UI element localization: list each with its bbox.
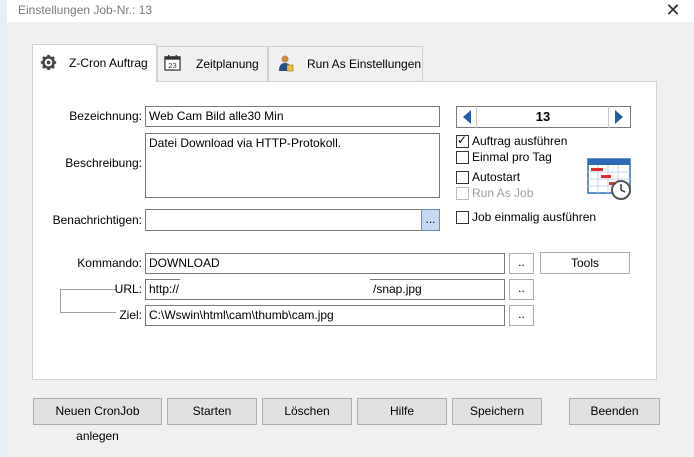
kommando-browse-button[interactable]: .. — [509, 253, 534, 274]
benachrichtigen-browse-button[interactable]: ... — [421, 209, 440, 231]
tab-label: Z-Cron Auftrag — [69, 56, 148, 70]
bezeichnung-label: Bezeichnung: — [69, 109, 142, 123]
ziel-browse-button[interactable]: .. — [509, 305, 534, 326]
beschreibung-textarea[interactable]: Datei Download via HTTP-Protokoll. — [145, 133, 440, 198]
tab-z-cron-auftrag[interactable]: Z-Cron Auftrag — [32, 44, 157, 82]
benachrichtigen-input[interactable] — [145, 209, 422, 231]
tab-zeitplanung[interactable]: 23 Zeitplanung — [157, 46, 268, 82]
arrow-left-icon[interactable] — [462, 110, 472, 124]
url-value-end: /snap.jpg — [373, 282, 422, 296]
url-value-start: http:// — [149, 282, 180, 296]
checkbox-label: Autostart — [472, 170, 521, 184]
help-button[interactable]: Hilfe — [357, 398, 447, 425]
spinner-divider — [476, 106, 477, 128]
beschreibung-label: Beschreibung: — [65, 156, 142, 170]
kommando-label: Kommando: — [77, 256, 142, 270]
ziel-input[interactable]: C:\Wswin\html\cam\thumb\cam.jpg — [145, 305, 505, 326]
title-bar: Einstellungen Job-Nr.: 13 ✕ — [7, 0, 694, 22]
checkbox-einmal-pro-tag[interactable] — [456, 151, 469, 164]
tab-label: Run As Einstellungen — [307, 57, 422, 71]
url-label: URL: — [114, 282, 142, 296]
schedule-icon — [587, 158, 631, 200]
ziel-label: Ziel: — [119, 308, 142, 322]
checkbox-run-as-job — [456, 187, 469, 200]
arrow-right-icon[interactable] — [614, 110, 624, 124]
save-button[interactable]: Speichern — [452, 398, 542, 425]
job-number-value: 13 — [535, 109, 551, 124]
checkbox-job-einmalig[interactable] — [456, 211, 469, 224]
checkbox-label: Run As Job — [472, 186, 534, 200]
checkbox-label: Auftrag ausführen — [472, 134, 568, 148]
checkbox-label: Job einmalig ausführen — [472, 210, 597, 224]
checkbox-autostart[interactable] — [456, 171, 469, 184]
tab-run-as-einstellungen[interactable]: Run As Einstellungen — [268, 46, 423, 82]
benachrichtigen-label: Benachrichtigen: — [52, 213, 142, 227]
kommando-input[interactable]: DOWNLOAD — [145, 253, 505, 274]
user-icon — [279, 55, 294, 72]
new-cronjob-button[interactable]: Neuen CronJob anlegen — [33, 398, 162, 443]
tab-label: Zeitplanung — [196, 57, 259, 71]
redacted-url-segment — [180, 279, 370, 296]
svg-text:23: 23 — [168, 61, 176, 70]
tools-button[interactable]: Tools — [540, 252, 630, 274]
checkbox-label: Einmal pro Tag — [472, 150, 552, 164]
bezeichnung-input[interactable]: Web Cam Bild alle30 Min — [145, 106, 440, 127]
exit-button[interactable]: Beenden — [569, 398, 660, 425]
close-icon[interactable]: ✕ — [662, 0, 684, 20]
url-browse-button[interactable]: .. — [509, 279, 534, 300]
checkbox-auftrag-ausfuehren[interactable] — [456, 133, 469, 148]
window-title: Einstellungen Job-Nr.: 13 — [18, 3, 153, 17]
gear-icon — [40, 54, 57, 71]
delete-button[interactable]: Löschen — [262, 398, 352, 425]
calendar-icon: 23 — [164, 54, 181, 71]
spinner-divider — [608, 106, 609, 128]
start-button[interactable]: Starten — [167, 398, 257, 425]
